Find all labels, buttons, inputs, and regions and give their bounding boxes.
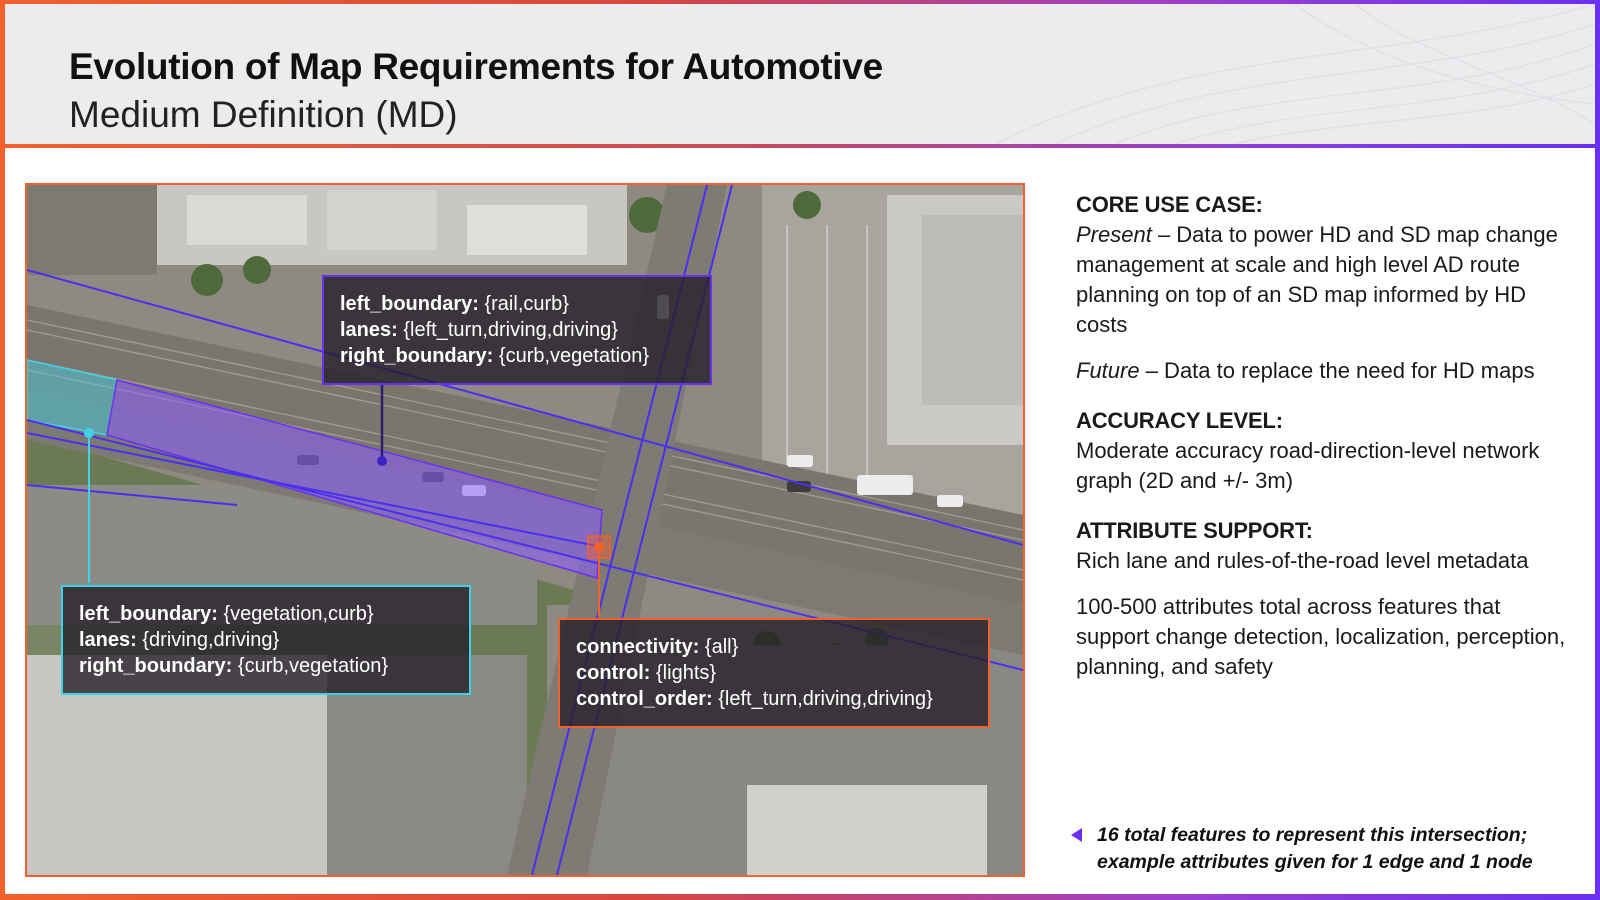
left-triangle-icon xyxy=(1071,828,1082,842)
future-text: – Data to replace the need for HD maps xyxy=(1139,358,1535,383)
attribute-value: {left_turn,driving,driving} xyxy=(403,319,618,341)
future-paragraph: Future – Data to replace the need for HD… xyxy=(1076,356,1576,386)
callout-row: left_boundary: {rail,curb} xyxy=(340,291,694,317)
note-line-2: example attributes given for 1 edge and … xyxy=(1097,851,1533,873)
header-band: Evolution of Map Requirements for Automo… xyxy=(5,4,1595,144)
attribute-key: connectivity: xyxy=(576,636,700,658)
edge-attributes-callout-cyan: left_boundary: {vegetation,curb} lanes: … xyxy=(61,585,471,695)
edge-attributes-callout-purple: left_boundary: {rail,curb} lanes: {left_… xyxy=(322,275,712,385)
callout-row: left_boundary: {vegetation,curb} xyxy=(79,601,453,627)
callout-row: right_boundary: {curb,vegetation} xyxy=(340,343,694,369)
frame-bottom-border xyxy=(0,894,1600,900)
description-panel: CORE USE CASE: Present – Data to power H… xyxy=(1076,190,1576,682)
attribute-value: {all} xyxy=(704,636,739,658)
feature-count-note: 16 total features to represent this inte… xyxy=(1071,822,1591,876)
callout-row: control: {lights} xyxy=(576,660,972,686)
attribute-support-heading: ATTRIBUTE SUPPORT: xyxy=(1076,518,1313,543)
attribute-key: lanes: xyxy=(340,319,398,341)
note-line-1: 16 total features to represent this inte… xyxy=(1097,824,1528,846)
page-title: Evolution of Map Requirements for Automo… xyxy=(69,46,883,87)
purple-anchor-point xyxy=(377,456,387,466)
attribute-key: control: xyxy=(576,662,651,684)
attribute-key: lanes: xyxy=(79,629,137,651)
frame-right-border xyxy=(1595,0,1600,900)
page-subtitle: Medium Definition (MD) xyxy=(69,94,458,135)
header-divider xyxy=(5,144,1595,148)
callout-row: lanes: {left_turn,driving,driving} xyxy=(340,317,694,343)
attribute-value: {vegetation,curb} xyxy=(223,603,374,625)
accuracy-level-heading: ACCURACY LEVEL: xyxy=(1076,408,1283,433)
attribute-total-text: 100-500 attributes total across features… xyxy=(1076,594,1566,679)
present-label: Present xyxy=(1076,222,1152,247)
accuracy-text: Moderate accuracy road-direction-level n… xyxy=(1076,438,1540,493)
attribute-value: {driving,driving} xyxy=(142,629,280,651)
future-label: Future xyxy=(1076,358,1140,383)
attribute-value: {left_turn,driving,driving} xyxy=(718,688,933,710)
aerial-map: left_boundary: {rail,curb} lanes: {left_… xyxy=(25,183,1025,877)
cyan-anchor-point xyxy=(84,428,94,438)
attribute-support-text: Rich lane and rules-of-the-road level me… xyxy=(1076,548,1529,573)
attribute-key: control_order: xyxy=(576,688,713,710)
attribute-key: left_boundary: xyxy=(79,603,218,625)
attribute-value: {lights} xyxy=(656,662,717,684)
attribute-key: right_boundary: xyxy=(340,345,494,367)
callout-row: right_boundary: {curb,vegetation} xyxy=(79,653,453,679)
attribute-key: left_boundary: xyxy=(340,293,479,315)
callout-row: lanes: {driving,driving} xyxy=(79,627,453,653)
building-south xyxy=(747,785,987,875)
attribute-value: {curb,vegetation} xyxy=(498,345,650,367)
attribute-value: {rail,curb} xyxy=(484,293,569,315)
header-decoration xyxy=(994,4,1595,144)
callout-row: connectivity: {all} xyxy=(576,634,972,660)
core-use-case-heading: CORE USE CASE: xyxy=(1076,192,1263,217)
attribute-value: {curb,vegetation} xyxy=(237,655,389,677)
attribute-key: right_boundary: xyxy=(79,655,233,677)
callout-row: control_order: {left_turn,driving,drivin… xyxy=(576,686,972,712)
node-attributes-callout-orange: connectivity: {all} control: {lights} co… xyxy=(558,618,990,728)
present-paragraph: Present – Data to power HD and SD map ch… xyxy=(1076,220,1576,340)
